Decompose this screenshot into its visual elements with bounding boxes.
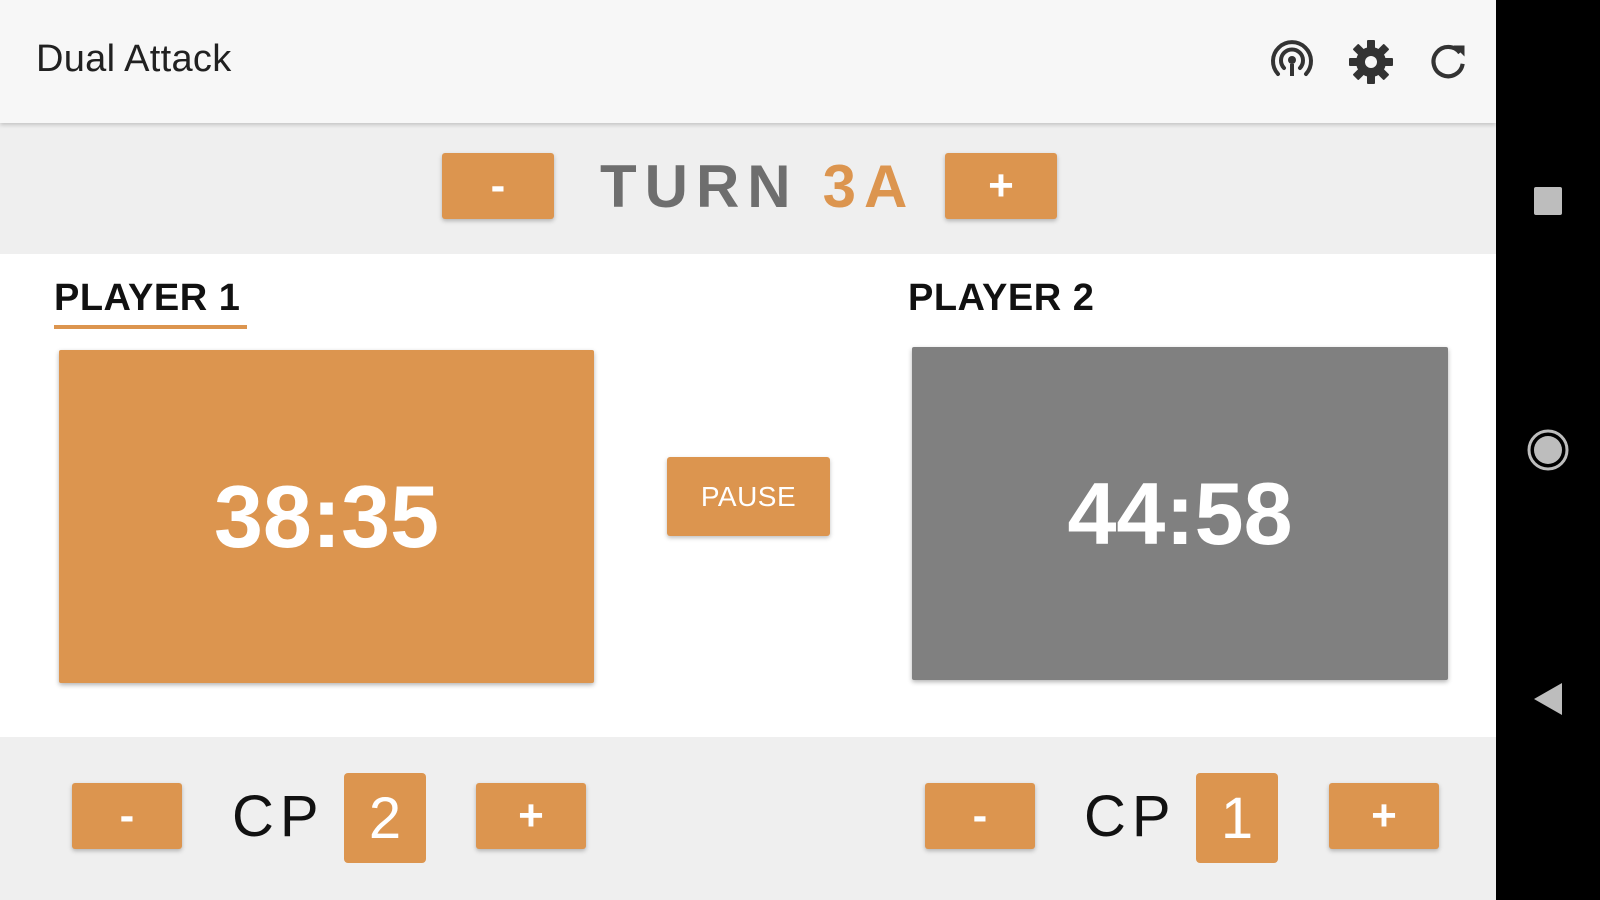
- player-2-cp-decrease-button[interactable]: -: [925, 783, 1035, 849]
- home-icon[interactable]: [1522, 424, 1574, 476]
- system-nav-bar: [1496, 0, 1600, 900]
- player-1-cp-decrease-button[interactable]: -: [72, 783, 182, 849]
- turn-decrease-button[interactable]: -: [442, 153, 554, 219]
- turn-bar: - TURN 3A +: [0, 123, 1496, 254]
- back-icon[interactable]: [1522, 673, 1574, 725]
- player-1-cp-increase-button[interactable]: +: [476, 783, 586, 849]
- player-2-cp-increase-button[interactable]: +: [1329, 783, 1439, 849]
- app-title: Dual Attack: [36, 38, 232, 80]
- turn-label: TURN: [600, 152, 799, 220]
- command-points-bar: - CP 2 + - CP 1 +: [0, 737, 1496, 900]
- refresh-icon[interactable]: [1422, 36, 1474, 88]
- player-1-clock[interactable]: 38:35: [59, 350, 594, 683]
- active-player-indicator: [54, 325, 247, 329]
- app-screen: Dual Attack - TURN 3A + PLAYER 1 38:35 P…: [0, 0, 1496, 900]
- pause-button[interactable]: PAUSE: [667, 457, 830, 536]
- turn-indicator: TURN 3A: [600, 152, 916, 220]
- player-2-cp-label: CP: [1084, 783, 1177, 849]
- player-1-cp-label: CP: [232, 783, 325, 849]
- settings-icon[interactable]: [1345, 36, 1397, 88]
- player-2-cp-value: 1: [1196, 773, 1278, 863]
- recents-icon[interactable]: [1522, 175, 1574, 227]
- turn-increase-button[interactable]: +: [945, 153, 1057, 219]
- app-bar: Dual Attack: [0, 0, 1496, 123]
- broadcast-icon[interactable]: [1266, 36, 1318, 88]
- player-1-cp-value: 2: [344, 773, 426, 863]
- player-2-label: PLAYER 2: [908, 277, 1095, 319]
- turn-value: 3A: [822, 152, 916, 220]
- player-1-label: PLAYER 1: [54, 277, 241, 319]
- player-2-clock[interactable]: 44:58: [912, 347, 1448, 680]
